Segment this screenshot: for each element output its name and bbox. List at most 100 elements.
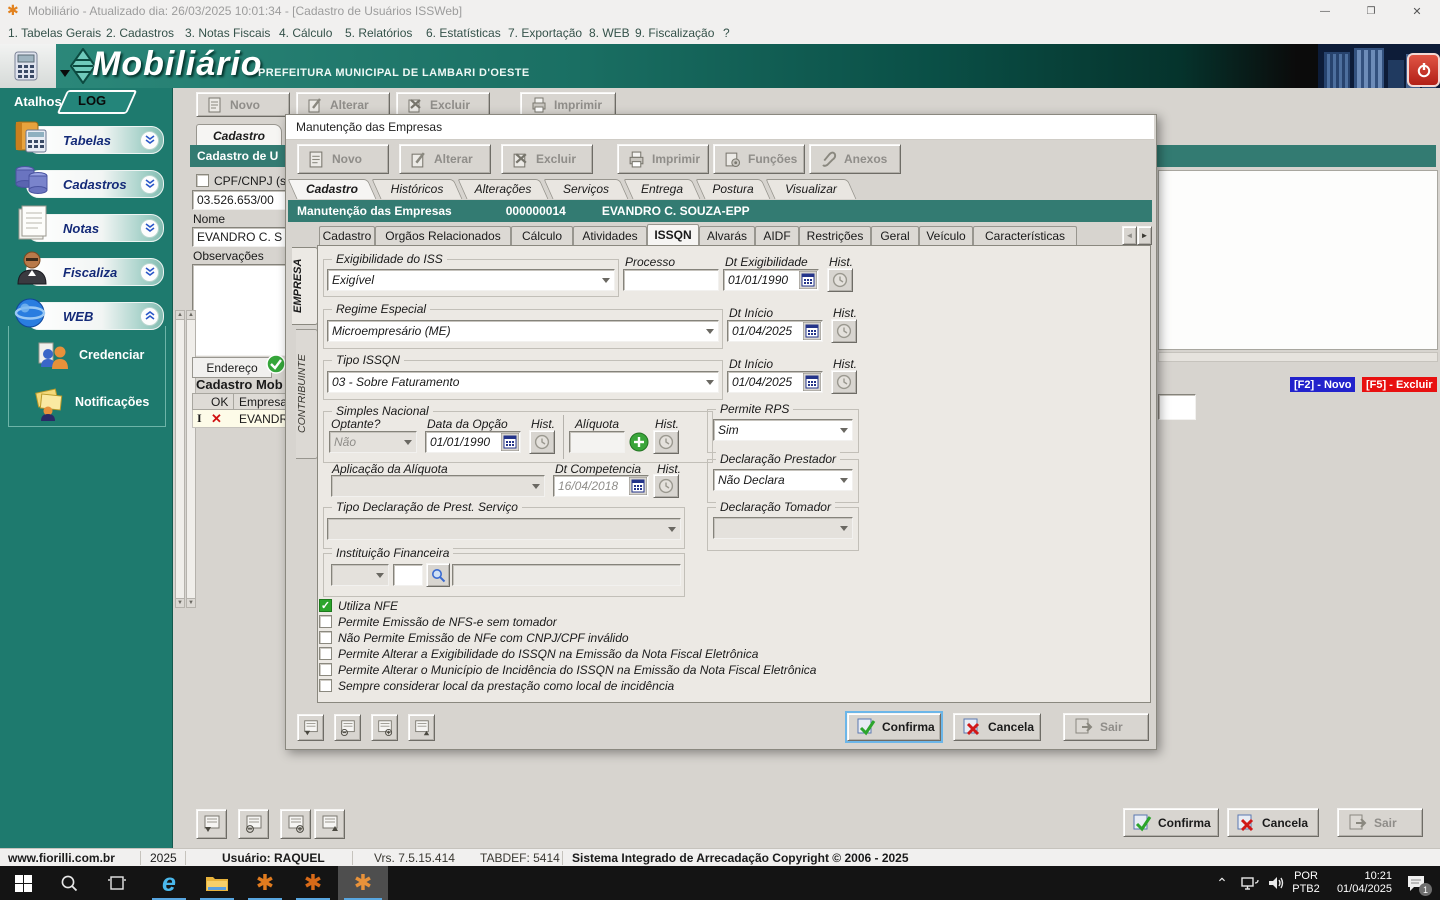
aliquota-hist-button[interactable] — [653, 430, 679, 454]
action-center-button[interactable]: 1 — [1396, 866, 1436, 900]
inner-tab-orgaos[interactable]: Orgãos Relacionados — [375, 226, 511, 245]
taskbar-search-button[interactable] — [46, 866, 92, 900]
endereco-tab[interactable]: Endereço — [192, 357, 272, 378]
chevron-double-down-icon[interactable] — [140, 218, 159, 238]
exigibilidade-hist-button[interactable] — [827, 268, 853, 292]
dropdown-triangle-icon[interactable] — [60, 70, 70, 82]
nav-next-record-button[interactable] — [280, 809, 311, 839]
exigibilidade-combobox[interactable]: Exigível — [327, 269, 615, 291]
dialog-toolbar-funcoes-button[interactable]: Funções — [713, 144, 805, 174]
dialog-tab-visualizar[interactable]: Visualizar — [765, 179, 857, 199]
optante-combobox[interactable]: Não — [329, 431, 417, 453]
dialog-toolbar-anexos-button[interactable]: Anexos — [809, 144, 901, 174]
start-button[interactable] — [0, 866, 46, 900]
dt-exigibilidade-field[interactable]: 01/01/1990 — [723, 269, 819, 291]
main-confirma-button[interactable]: Confirma — [1123, 808, 1219, 837]
menu-tabelas-gerais[interactable]: 1. Tabelas Gerais — [8, 26, 101, 40]
menu-web[interactable]: 8. WEB — [589, 26, 630, 40]
main-tab-cadastro[interactable]: Cadastro — [196, 124, 282, 146]
inner-tab-calculo[interactable]: Cálculo — [511, 226, 573, 245]
tab-scroll-right-button[interactable]: ► — [1137, 226, 1152, 245]
sidebar-atalhos-label[interactable]: Atalhos — [14, 94, 62, 109]
dialog-tab-alteracoes[interactable]: Alterações — [457, 179, 549, 199]
instituicao-nome-field[interactable] — [452, 564, 681, 586]
alterar-municipio-checkbox[interactable] — [319, 663, 332, 676]
chevron-double-up-icon[interactable] — [140, 306, 159, 326]
menu-fiscalizacao[interactable]: 9. Fiscalização — [635, 26, 714, 40]
tray-network-button[interactable] — [1236, 866, 1264, 900]
alterar-exigibilidade-checkbox[interactable] — [319, 647, 332, 660]
taskbar-app3-button-active[interactable]: ✱ — [338, 866, 388, 900]
dialog-cancela-button[interactable]: Cancela — [953, 713, 1041, 741]
side-tab-contribuinte[interactable]: CONTRIBUINTE — [296, 329, 318, 459]
aliquota-add-button[interactable] — [629, 432, 649, 452]
instituicao-tipo-combobox[interactable] — [331, 564, 389, 586]
grid-col-ok[interactable]: OK — [211, 395, 228, 409]
grid-col-empresa[interactable]: Empresa — [239, 395, 287, 409]
simples-hist-button[interactable] — [529, 430, 555, 454]
calendar-icon[interactable] — [803, 322, 821, 340]
menu-relatorios[interactable]: 5. Relatórios — [345, 26, 412, 40]
tipo-issqn-combobox[interactable]: 03 - Sobre Faturamento — [327, 371, 719, 393]
nav-last-record-button[interactable] — [314, 809, 345, 839]
inner-tab-aidf[interactable]: AIDF — [755, 226, 799, 245]
tipo-hist-button[interactable] — [831, 370, 857, 394]
sidebar-log-label[interactable]: LOG — [78, 93, 106, 108]
dialog-nav-prev-button[interactable] — [334, 714, 361, 741]
nfe-cnpj-invalido-checkbox[interactable] — [319, 631, 332, 644]
main-sair-button[interactable]: Sair — [1337, 808, 1423, 837]
processo-field[interactable] — [623, 269, 719, 291]
regime-dt-inicio-field[interactable]: 01/04/2025 — [727, 320, 823, 342]
menu-exportacao[interactable]: 7. Exportação — [508, 26, 582, 40]
chevron-double-down-icon[interactable] — [140, 262, 159, 282]
tab-scroll-left-button[interactable]: ◄ — [1122, 226, 1137, 245]
tray-language-indicator[interactable]: POR PTB2 — [1288, 866, 1324, 900]
power-button[interactable] — [1407, 53, 1440, 87]
main-cancela-button[interactable]: Cancela — [1227, 808, 1319, 837]
calendar-icon[interactable] — [629, 477, 647, 495]
dialog-toolbar-alterar-button[interactable]: Alterar — [399, 144, 491, 174]
regime-combobox[interactable]: Microempresário (ME) — [327, 320, 719, 342]
permite-rps-combobox[interactable]: Sim — [713, 419, 853, 441]
tray-chevron-button[interactable]: ⌃ — [1208, 866, 1236, 900]
inner-tab-geral[interactable]: Geral — [871, 226, 919, 245]
aliquota-field[interactable] — [569, 431, 625, 453]
inner-tab-alvaras[interactable]: Alvarás — [699, 226, 755, 245]
dialog-sair-button[interactable]: Sair — [1063, 713, 1149, 741]
inner-tab-caracteristicas[interactable]: Características — [973, 226, 1077, 245]
menu-estatisticas[interactable]: 6. Estatísticas — [426, 26, 501, 40]
dialog-tab-postura[interactable]: Postura — [695, 179, 771, 199]
taskbar-app2-button[interactable]: ✱ — [290, 866, 336, 900]
calendar-icon[interactable] — [799, 271, 817, 289]
nav-first-record-button[interactable] — [196, 809, 227, 839]
tray-clock[interactable]: 10:21 01/04/2025 — [1324, 866, 1396, 900]
dialog-tab-entrega[interactable]: Entrega — [623, 179, 701, 199]
menu-notas-fiscais[interactable]: 3. Notas Fiscais — [185, 26, 270, 40]
nav-prev-record-button[interactable] — [238, 809, 269, 839]
minimize-button[interactable]: — — [1302, 0, 1348, 22]
instituicao-search-button[interactable] — [426, 563, 450, 587]
close-button[interactable]: ✕ — [1394, 0, 1440, 22]
inner-tab-veiculo[interactable]: Veículo — [919, 226, 973, 245]
dialog-tab-servicos[interactable]: Serviços — [543, 179, 629, 199]
chevron-double-down-icon[interactable] — [140, 130, 159, 150]
taskbar-explorer-button[interactable] — [194, 866, 240, 900]
dialog-tab-cadastro[interactable]: Cadastro — [287, 179, 377, 199]
dialog-tab-historicos[interactable]: Históricos — [371, 179, 463, 199]
inner-tab-restricoes[interactable]: Restrições — [799, 226, 871, 245]
inner-tab-issqn[interactable]: ISSQN — [647, 224, 699, 245]
menu-help[interactable]: ? — [723, 26, 730, 40]
dialog-toolbar-novo-button[interactable]: Novo — [297, 144, 389, 174]
dialog-toolbar-imprimir-button[interactable]: Imprimir — [617, 144, 709, 174]
data-opcao-field[interactable]: 01/01/1990 — [425, 431, 521, 453]
nfse-sem-tomador-checkbox[interactable] — [319, 615, 332, 628]
local-prestacao-checkbox[interactable] — [319, 679, 332, 692]
taskbar-ie-button[interactable]: e — [146, 866, 192, 900]
dt-competencia-field[interactable]: 16/04/2018 — [553, 475, 649, 497]
taskbar-app1-button[interactable]: ✱ — [242, 866, 288, 900]
inner-tab-cadastro[interactable]: Cadastro — [319, 226, 375, 245]
dialog-nav-last-button[interactable] — [408, 714, 435, 741]
calendar-icon[interactable] — [803, 373, 821, 391]
vertical-scrollbar[interactable]: ▲ ▼ — [175, 310, 185, 608]
tray-volume-button[interactable] — [1262, 866, 1290, 900]
